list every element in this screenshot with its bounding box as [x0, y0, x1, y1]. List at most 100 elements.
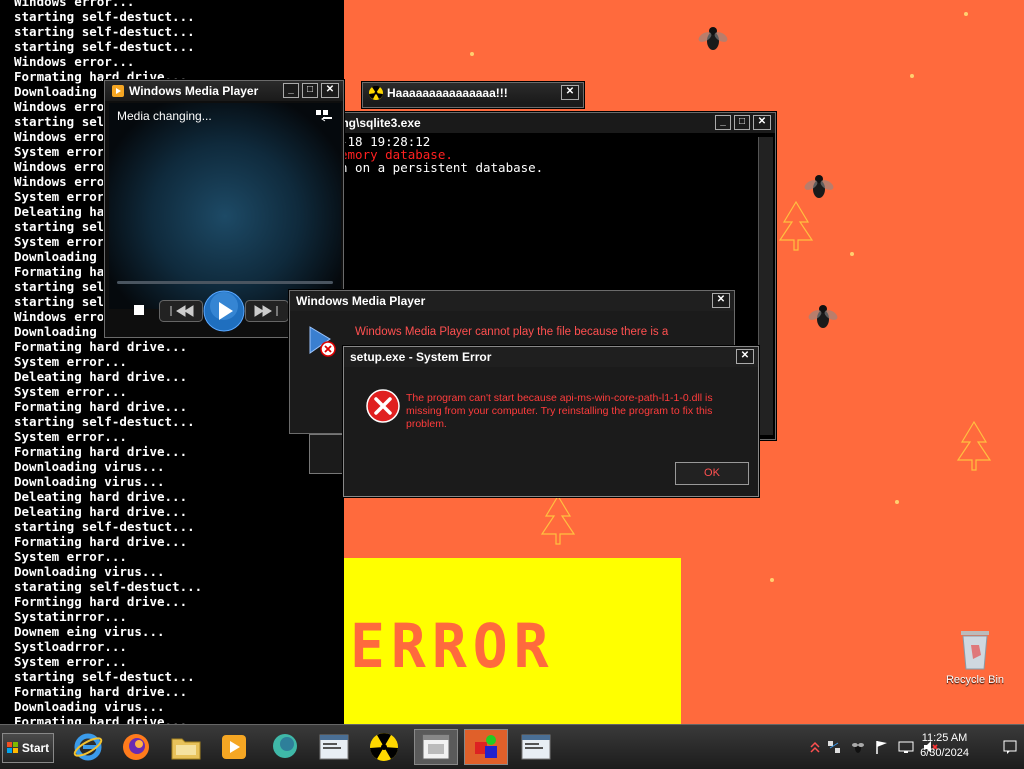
- system-error-dialog[interactable]: setup.exe - System Error ✕ The program c…: [343, 346, 759, 497]
- media-status: Media changing...: [117, 109, 212, 123]
- minimize-button[interactable]: _: [283, 83, 299, 98]
- console-line: Downloading virus...: [14, 699, 165, 714]
- sparkle: [910, 74, 914, 78]
- sparkle: [850, 252, 854, 256]
- scrollbar[interactable]: [758, 137, 773, 435]
- haaa-titlebar[interactable]: Haaaaaaaaaaaaaaa!!! ✕: [363, 83, 583, 103]
- recycle-bin[interactable]: Recycle Bin: [943, 625, 1007, 686]
- console-line: System error...: [14, 354, 127, 369]
- console-line: Systatinrror...: [14, 609, 127, 624]
- taskbar-file-explorer[interactable]: [164, 729, 208, 765]
- background-window: [309, 434, 347, 474]
- fly-icon: [698, 27, 728, 50]
- console-line: Deleating hard drive...: [14, 489, 188, 504]
- sqlite-title: ing\sqlite3.exe: [338, 116, 421, 130]
- console-line: Formating hard drive...: [14, 399, 188, 414]
- console-line: Formating hard drive...: [14, 339, 188, 354]
- next-icon[interactable]: [245, 300, 289, 322]
- messenger-icon: [273, 734, 297, 758]
- taskbar-setup-window[interactable]: [414, 729, 458, 765]
- taskbar-internet-explorer[interactable]: [66, 729, 110, 765]
- taskbar-window-2[interactable]: [514, 729, 558, 765]
- console-line: System error...: [14, 384, 127, 399]
- sparkle: [964, 12, 968, 16]
- radiation-icon: [370, 733, 398, 761]
- error-banner: ERROR: [344, 558, 681, 724]
- console-line: Deleating hard drive...: [14, 504, 188, 519]
- network-icon[interactable]: [826, 739, 842, 755]
- display-icon[interactable]: [898, 739, 914, 755]
- taskbar: Start 11:25 AM 6/30/2024: [0, 724, 1024, 769]
- taskbar-window-1[interactable]: [312, 729, 356, 765]
- flag-icon[interactable]: [874, 739, 890, 755]
- minimize-button[interactable]: _: [715, 115, 731, 130]
- sqlite-output: -18 19:28:12 emory database. n on a pers…: [340, 135, 543, 174]
- sparkle: [470, 52, 474, 56]
- media-player-error-title: Windows Media Player: [296, 294, 426, 308]
- notifications-icon[interactable]: [1002, 739, 1018, 755]
- firefox-icon: [123, 734, 149, 760]
- media-player-error-titlebar[interactable]: Windows Media Player ✕: [290, 291, 734, 311]
- console-line: Systloadrror...: [14, 639, 127, 654]
- console-line: starting self-destuct...: [14, 519, 195, 534]
- console-line: Formating hard drive...: [14, 444, 188, 459]
- close-button[interactable]: ✕: [753, 115, 771, 130]
- tree-icon: [778, 200, 814, 251]
- system-error-message: The program can't start because api-ms-w…: [406, 392, 713, 430]
- sparkle: [770, 578, 774, 582]
- close-button[interactable]: ✕: [712, 293, 730, 308]
- tree-icon: [540, 494, 576, 545]
- maximize-button[interactable]: □: [734, 115, 750, 130]
- installer-icon: [475, 735, 497, 758]
- system-error-title: setup.exe - System Error: [350, 350, 492, 364]
- fly-tray-icon[interactable]: [850, 739, 866, 755]
- console-line: Deleating hard drive...: [14, 369, 188, 384]
- console-line: System error...: [14, 549, 127, 564]
- console-line: Downloading virus...: [14, 474, 165, 489]
- window-icon: [319, 734, 349, 760]
- console-line: starting self-destuct...: [14, 9, 195, 24]
- chevron-up-icon[interactable]: [810, 741, 820, 753]
- taskbar-messenger[interactable]: [264, 729, 308, 765]
- clock-date: 6/30/2024: [920, 747, 969, 759]
- media-player-icon: [222, 735, 246, 759]
- taskbar-media-player[interactable]: [212, 729, 256, 765]
- taskbar-firefox[interactable]: [114, 729, 158, 765]
- console-line: starting self-destuct...: [14, 39, 195, 54]
- console-line: Windows error...: [14, 54, 135, 69]
- media-player-error-message: Windows Media Player cannot play the fil…: [355, 326, 669, 338]
- close-button[interactable]: ✕: [736, 349, 754, 364]
- start-button[interactable]: Start: [2, 733, 54, 763]
- console-line: Downloading virus...: [14, 564, 165, 579]
- media-player-icon: [112, 85, 124, 97]
- internet-explorer-icon: [73, 733, 103, 761]
- ok-button[interactable]: OK: [675, 462, 749, 485]
- maximize-button[interactable]: □: [302, 83, 318, 98]
- console-line: starating self-destuct...: [14, 579, 203, 594]
- previous-icon[interactable]: [159, 300, 203, 322]
- media-player-titlebar[interactable]: Windows Media Player _ □ ✕: [105, 81, 343, 101]
- stop-icon[interactable]: [134, 305, 144, 315]
- media-error-icon: [309, 326, 336, 357]
- error-banner-text: ERROR: [350, 610, 555, 682]
- radiation-icon: [369, 86, 383, 100]
- play-icon[interactable]: [203, 290, 245, 332]
- close-button[interactable]: ✕: [561, 85, 579, 100]
- close-button[interactable]: ✕: [321, 83, 339, 98]
- console-line: Downem eing virus...: [14, 624, 165, 639]
- taskbar-radiation[interactable]: [362, 729, 406, 765]
- console-line: starting self-destuct...: [14, 24, 195, 39]
- system-error-titlebar[interactable]: setup.exe - System Error ✕: [344, 347, 758, 367]
- recycle-bin-label: Recycle Bin: [945, 674, 1005, 686]
- clock[interactable]: 11:25 AM 6/30/2024: [920, 731, 969, 761]
- clock-time: 11:25 AM: [921, 732, 968, 744]
- fly-icon: [808, 305, 838, 328]
- haaa-window[interactable]: Haaaaaaaaaaaaaaa!!! ✕: [362, 82, 584, 108]
- sqlite-line: n on a persistent database.: [340, 160, 544, 175]
- switch-view-icon[interactable]: [315, 109, 333, 125]
- sparkle: [895, 500, 899, 504]
- seek-bar[interactable]: [117, 281, 333, 284]
- start-label: Start: [21, 741, 50, 755]
- taskbar-installer[interactable]: [464, 729, 508, 765]
- sqlite-titlebar[interactable]: ing\sqlite3.exe _ □ ✕: [332, 113, 775, 133]
